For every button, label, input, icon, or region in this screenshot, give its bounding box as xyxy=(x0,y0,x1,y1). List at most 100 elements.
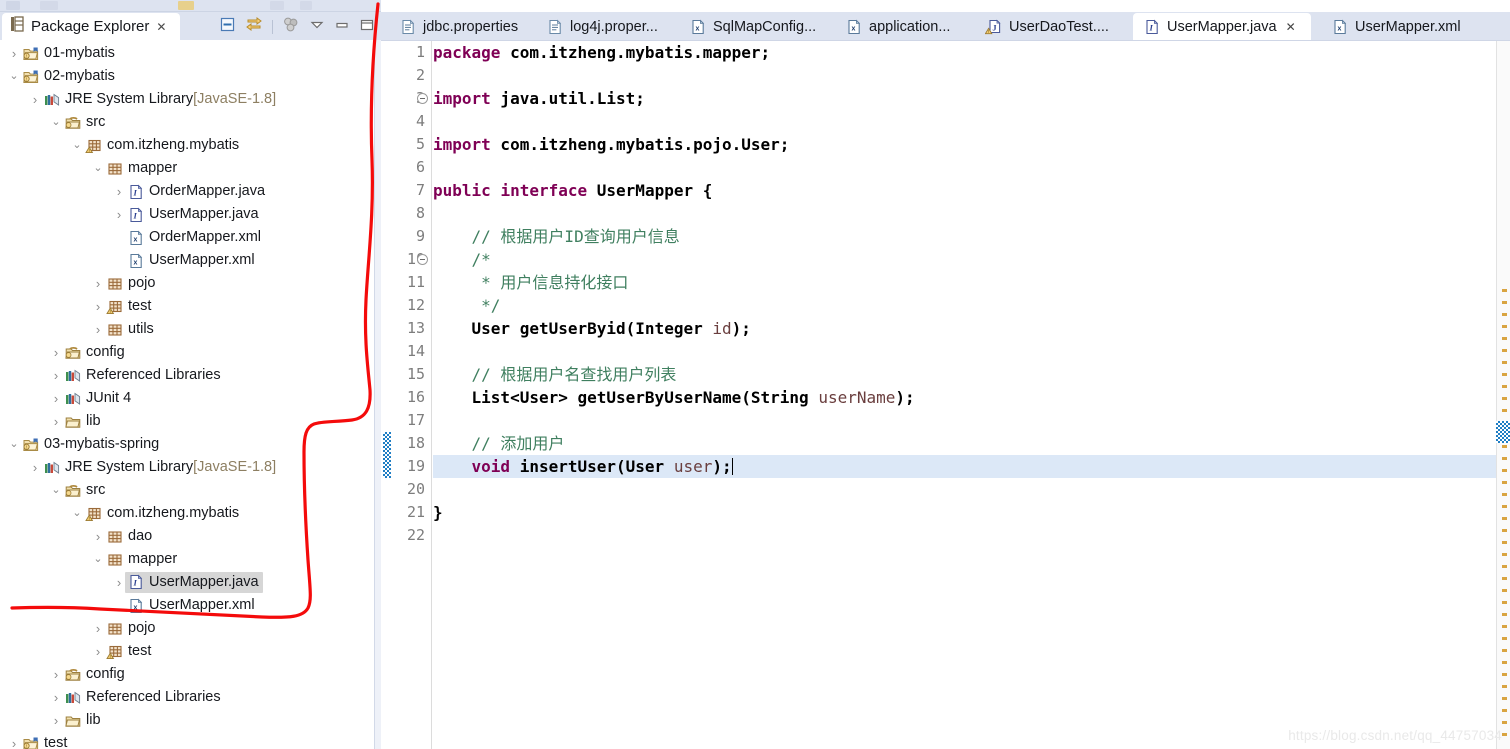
editor-tab-sqlmapconfig[interactable]: x SqlMapConfig... xyxy=(679,13,825,41)
collapse-all-icon[interactable] xyxy=(219,16,236,38)
tree-item-src[interactable]: ⌄ src xyxy=(0,479,381,502)
code-line[interactable] xyxy=(433,156,1510,179)
chevron-right-icon[interactable]: › xyxy=(27,93,43,106)
editor-tab-usermapper-java[interactable]: I UserMapper.java ✕ xyxy=(1133,13,1311,41)
chevron-down-icon[interactable]: ⌄ xyxy=(6,439,22,450)
tree-item-pojo[interactable]: › pojo xyxy=(0,617,381,640)
code-line[interactable] xyxy=(433,478,1510,501)
chevron-right-icon[interactable]: › xyxy=(27,461,43,474)
link-with-editor-icon[interactable] xyxy=(245,16,263,38)
tree-item-ordermapper-java[interactable]: › I OrderMapper.java xyxy=(0,180,381,203)
code-line[interactable]: public interface UserMapper { xyxy=(433,179,1510,202)
chevron-right-icon[interactable]: › xyxy=(48,668,64,681)
tree-item-utils[interactable]: › utils xyxy=(0,318,381,341)
tree-item-ordermapper-xml[interactable]: x OrderMapper.xml xyxy=(0,226,381,249)
code-line[interactable]: import java.util.List; xyxy=(433,87,1510,110)
tree-item-usermapper-java[interactable]: › I UserMapper.java xyxy=(0,203,381,226)
tree-item-referenced-libraries[interactable]: › Referenced Libraries xyxy=(0,364,381,387)
code-line[interactable] xyxy=(433,524,1510,547)
editor-tab-log4j-proper[interactable]: log4j.proper... xyxy=(536,13,669,41)
toolbar-icon-4[interactable] xyxy=(270,1,284,10)
code-line[interactable] xyxy=(433,409,1510,432)
editor-tab-userdaotest[interactable]: J ! UserDaoTest.... xyxy=(975,13,1123,41)
tree-item-config[interactable]: › config xyxy=(0,663,381,686)
tree-item-usermapper-java[interactable]: › I UserMapper.java xyxy=(0,571,381,594)
chevron-right-icon[interactable]: › xyxy=(48,346,64,359)
tree-item-config[interactable]: › config xyxy=(0,341,381,364)
toolbar-icon-1[interactable] xyxy=(6,1,20,10)
chevron-right-icon[interactable]: › xyxy=(48,369,64,382)
toolbar-icon-3[interactable] xyxy=(178,1,194,10)
minimize-icon[interactable] xyxy=(334,17,350,38)
code-line[interactable]: void insertUser(User user); xyxy=(433,455,1510,478)
chevron-down-icon[interactable]: ⌄ xyxy=(69,508,85,519)
tree-item-03-mybatis-spring[interactable]: ⌄ ! 03-mybatis-spring xyxy=(0,433,381,456)
code-line[interactable]: // 添加用户 xyxy=(433,432,1510,455)
chevron-down-icon[interactable]: ⌄ xyxy=(69,140,85,151)
chevron-right-icon[interactable]: › xyxy=(111,185,127,198)
code-line[interactable]: */ xyxy=(433,294,1510,317)
view-menu-icon[interactable] xyxy=(309,17,325,38)
fold-toggle-icon[interactable] xyxy=(417,93,428,104)
tree-item-test[interactable]: › ! test xyxy=(0,732,381,749)
tree-item-usermapper-xml[interactable]: x UserMapper.xml xyxy=(0,249,381,272)
chevron-right-icon[interactable]: › xyxy=(90,323,106,336)
tree-item-test[interactable]: › ! test xyxy=(0,640,381,663)
chevron-right-icon[interactable]: › xyxy=(111,208,127,221)
chevron-right-icon[interactable]: › xyxy=(48,691,64,704)
chevron-right-icon[interactable]: › xyxy=(90,530,106,543)
tree-item-com-itzheng-mybatis[interactable]: ⌄ ! com.itzheng.mybatis xyxy=(0,134,381,157)
tree-item-src[interactable]: ⌄ src xyxy=(0,111,381,134)
view-filter-icon[interactable] xyxy=(282,16,300,38)
code-content[interactable]: package com.itzheng.mybatis.mapper; impor… xyxy=(433,41,1510,749)
tree-item-jre-system-library[interactable]: › JRE System Library [JavaSE-1.8] xyxy=(0,88,381,111)
tree-item-junit-4[interactable]: › JUnit 4 xyxy=(0,387,381,410)
tree-item-02-mybatis[interactable]: ⌄ ! 02-mybatis xyxy=(0,65,381,88)
chevron-right-icon[interactable]: › xyxy=(6,47,22,60)
code-line[interactable] xyxy=(433,110,1510,133)
tree-item-com-itzheng-mybatis[interactable]: ⌄ ! com.itzheng.mybatis xyxy=(0,502,381,525)
chevron-down-icon[interactable]: ⌄ xyxy=(48,485,64,496)
package-explorer-tree-body[interactable]: › ! 01-mybatis ⌄ ! 02-mybatis › JRE System… xyxy=(0,40,381,749)
code-line[interactable]: } xyxy=(433,501,1510,524)
chevron-right-icon[interactable]: › xyxy=(90,645,106,658)
code-line[interactable]: /* xyxy=(433,248,1510,271)
toolbar-icon-2[interactable] xyxy=(40,1,58,10)
code-line[interactable] xyxy=(433,202,1510,225)
fold-toggle-icon[interactable] xyxy=(417,254,428,265)
tree-item-mapper[interactable]: ⌄ mapper xyxy=(0,157,381,180)
package-explorer-close-icon[interactable]: ✕ xyxy=(156,20,166,34)
chevron-right-icon[interactable]: › xyxy=(48,392,64,405)
editor-body[interactable]: 12345678910111213141516171819202122 pack… xyxy=(381,41,1510,749)
chevron-down-icon[interactable]: ⌄ xyxy=(90,163,106,174)
chevron-right-icon[interactable]: › xyxy=(90,300,106,313)
tab-package-explorer[interactable]: Package Explorer ✕ xyxy=(2,13,180,40)
chevron-right-icon[interactable]: › xyxy=(48,714,64,727)
chevron-right-icon[interactable]: › xyxy=(90,622,106,635)
tree-item-pojo[interactable]: › pojo xyxy=(0,272,381,295)
maximize-icon[interactable] xyxy=(359,17,375,38)
chevron-right-icon[interactable]: › xyxy=(6,737,22,749)
code-line[interactable] xyxy=(433,340,1510,363)
tree-item-01-mybatis[interactable]: › ! 01-mybatis xyxy=(0,42,381,65)
chevron-right-icon[interactable]: › xyxy=(90,277,106,290)
code-line[interactable]: * 用户信息持化接口 xyxy=(433,271,1510,294)
code-line[interactable]: // 根据用户ID查询用户信息 xyxy=(433,225,1510,248)
code-line[interactable]: import com.itzheng.mybatis.pojo.User; xyxy=(433,133,1510,156)
code-line[interactable]: package com.itzheng.mybatis.mapper; xyxy=(433,41,1510,64)
editor-tab-jdbc-properties[interactable]: jdbc.properties xyxy=(389,13,527,41)
editor-tab-application[interactable]: x application... xyxy=(835,13,965,41)
tree-item-mapper[interactable]: ⌄ mapper xyxy=(0,548,381,571)
chevron-down-icon[interactable]: ⌄ xyxy=(48,117,64,128)
tree-item-lib[interactable]: › lib xyxy=(0,410,381,433)
tree-item-dao[interactable]: › dao xyxy=(0,525,381,548)
tree-item-usermapper-xml[interactable]: x UserMapper.xml xyxy=(0,594,381,617)
tree-item-jre-system-library[interactable]: › JRE System Library [JavaSE-1.8] xyxy=(0,456,381,479)
overview-ruler[interactable] xyxy=(1496,41,1510,749)
code-line[interactable] xyxy=(433,64,1510,87)
editor-tab-close-icon[interactable]: ✕ xyxy=(1286,20,1296,34)
tree-item-referenced-libraries[interactable]: › Referenced Libraries xyxy=(0,686,381,709)
chevron-down-icon[interactable]: ⌄ xyxy=(6,71,22,82)
editor-tab-usermapper-xml[interactable]: x UserMapper.xml xyxy=(1321,13,1489,41)
chevron-down-icon[interactable]: ⌄ xyxy=(90,554,106,565)
